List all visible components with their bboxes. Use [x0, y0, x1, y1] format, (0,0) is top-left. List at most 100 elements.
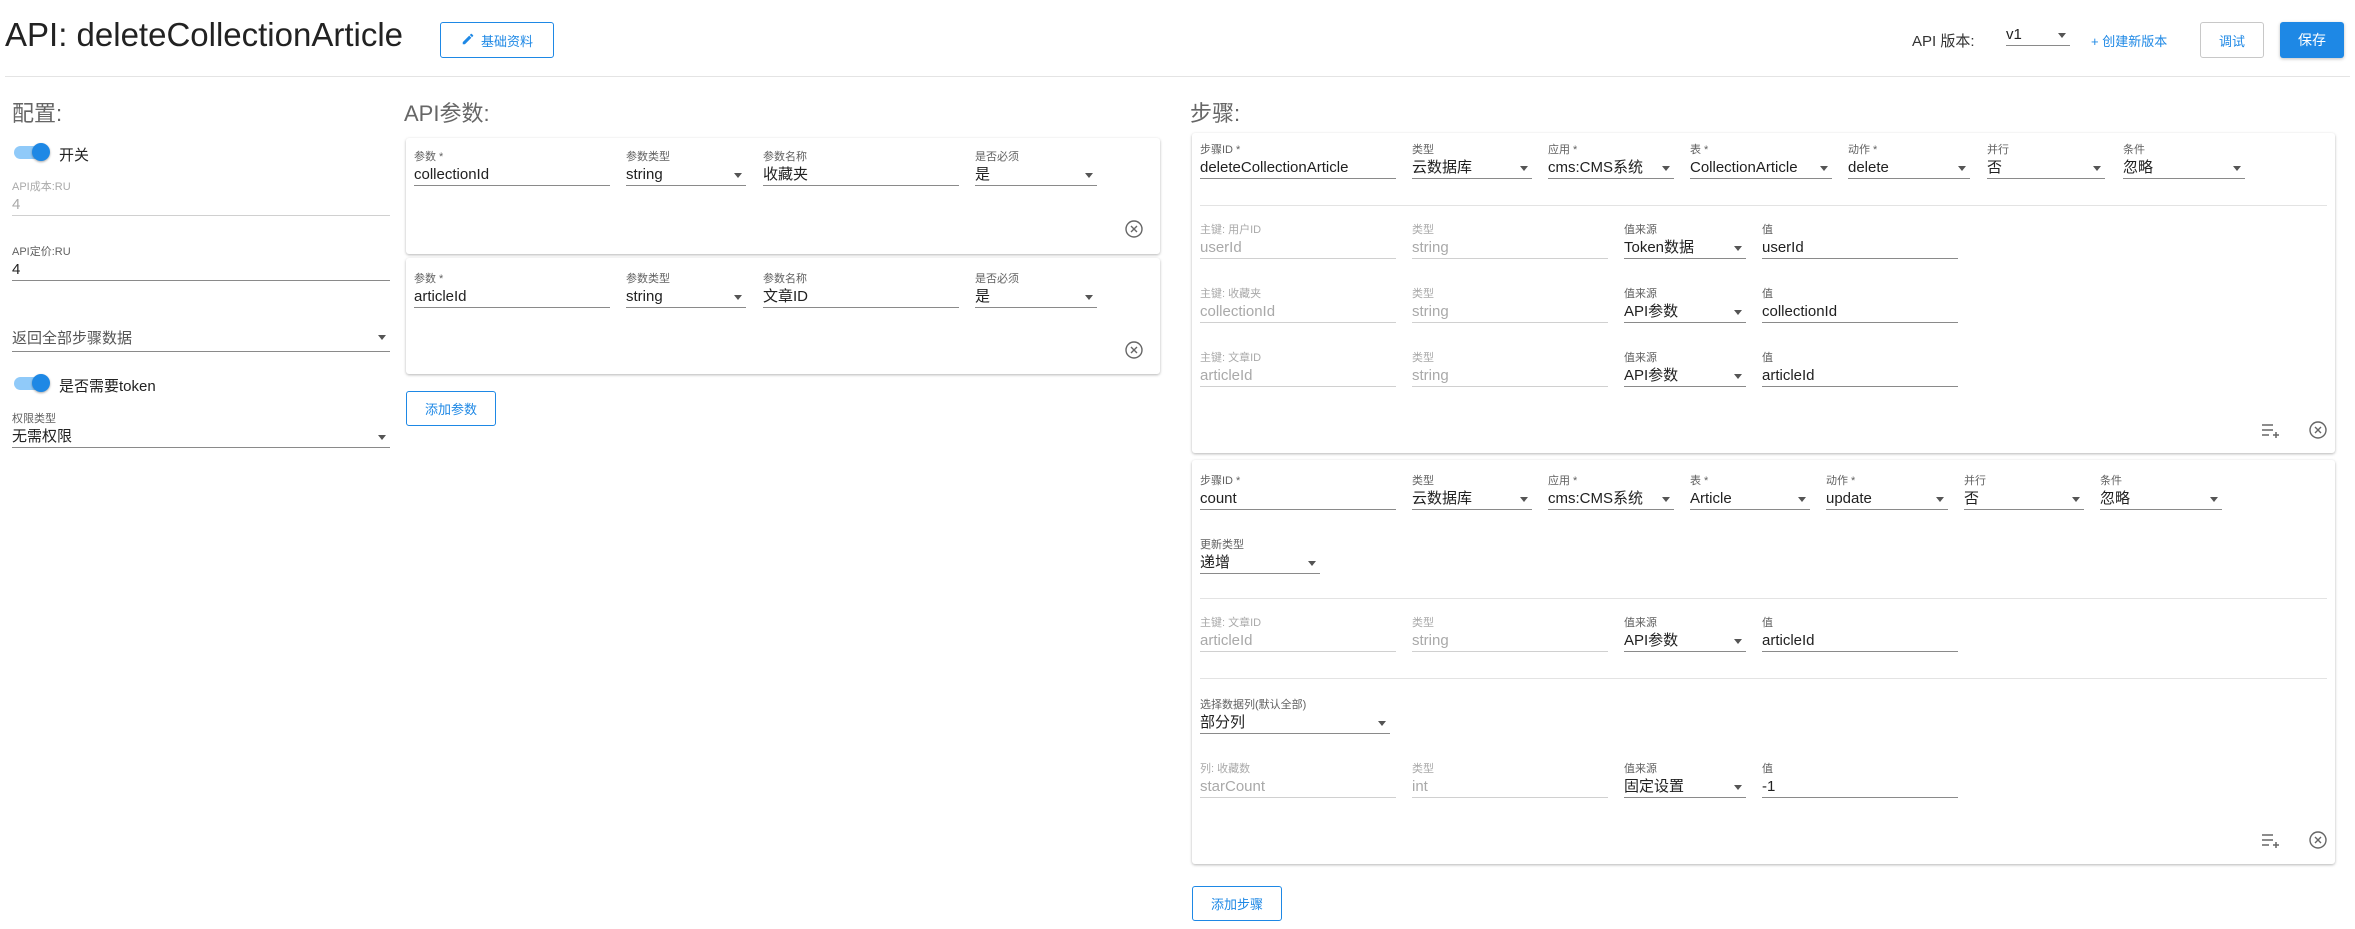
permission-type-label: 权限类型 [12, 413, 56, 425]
key-label: 主键: 文章ID [1200, 617, 1262, 629]
param-card: 参数 collectionId 参数类型 string 参数名称 收藏夹 是否必… [406, 138, 1160, 254]
param-title-value: 文章ID [763, 286, 959, 308]
param-required-label: 是否必须 [975, 273, 1019, 285]
value-source-value: API参数 [1624, 630, 1746, 652]
key-value: userId [1200, 237, 1396, 259]
key-value: articleId [1200, 365, 1396, 387]
value-source-label: 值来源 [1624, 352, 1657, 364]
basic-info-button[interactable]: 基础资料 [440, 22, 554, 58]
param-label: 参数 [414, 148, 443, 164]
key-type-label: 类型 [1412, 288, 1434, 300]
step-type-value: 云数据库 [1412, 488, 1532, 510]
step-condition-value: 忽略 [2123, 157, 2245, 179]
value-source-label: 值来源 [1624, 288, 1657, 300]
param-card: 参数 articleId 参数类型 string 参数名称 文章ID 是否必须 … [406, 258, 1160, 374]
step-card: 步骤ID count 类型 云数据库 应用 cms:CMS系统 表 Articl… [1192, 460, 2335, 864]
api-version-label: API 版本: [1912, 33, 1975, 50]
save-button[interactable]: 保存 [2280, 22, 2344, 58]
select-columns-label: 选择数据列(默认全部) [1200, 699, 1307, 711]
key-value: collectionId [1200, 301, 1396, 323]
key-label: 主键: 文章ID [1200, 352, 1262, 364]
step-id-label: 步骤ID [1200, 472, 1240, 488]
step-app-label: 应用 [1548, 141, 1577, 157]
remove-param-icon[interactable] [1124, 340, 1144, 360]
value-value: articleId [1762, 365, 1958, 387]
param-type-value: string [626, 164, 746, 186]
value-value: -1 [1762, 776, 1958, 798]
enable-toggle-label: 开关 [59, 147, 90, 164]
params-section-title: API参数: [404, 101, 490, 126]
step-app-value: cms:CMS系统 [1548, 157, 1674, 179]
token-toggle-label: 是否需要token [59, 378, 156, 395]
param-label: 参数 [414, 270, 443, 286]
step-condition-label: 条件 [2100, 475, 2122, 487]
value-source-label: 值来源 [1624, 617, 1657, 629]
step-card: 步骤ID deleteCollectionArticle 类型 云数据库 应用 … [1192, 133, 2335, 453]
step-id-label: 步骤ID [1200, 141, 1240, 157]
step-condition-value: 忽略 [2100, 488, 2222, 510]
step-app-label: 应用 [1548, 472, 1577, 488]
param-type-value: string [626, 286, 746, 308]
step-parallel-value: 否 [1987, 157, 2105, 179]
param-value: articleId [414, 286, 610, 308]
step-parallel-label: 并行 [1987, 144, 2009, 156]
remove-param-icon[interactable] [1124, 219, 1144, 239]
basic-info-label: 基础资料 [480, 33, 533, 49]
step-divider [1200, 678, 2327, 679]
step-parallel-label: 并行 [1964, 475, 1986, 487]
create-version-link[interactable]: + 创建新版本 [2091, 31, 2167, 50]
add-row-icon[interactable] [2260, 830, 2280, 850]
step-type-value: 云数据库 [1412, 157, 1532, 179]
api-price-value: 4 [12, 259, 390, 281]
key-type-label: 类型 [1412, 352, 1434, 364]
value-label: 值 [1762, 763, 1773, 775]
step-action-label: 动作 [1848, 141, 1877, 157]
value-value: userId [1762, 237, 1958, 259]
step-type-label: 类型 [1412, 144, 1434, 156]
value-source-value: API参数 [1624, 301, 1746, 323]
param-title-label: 参数名称 [763, 151, 807, 163]
value-label: 值 [1762, 224, 1773, 236]
update-type-label: 更新类型 [1200, 539, 1244, 551]
step-id-value: count [1200, 488, 1396, 510]
step-action-value: update [1826, 488, 1948, 510]
key-type-label: 类型 [1412, 617, 1434, 629]
api-version-value: v1 [2006, 24, 2070, 46]
enable-toggle[interactable] [12, 143, 50, 161]
key-label: 主键: 收藏夹 [1200, 288, 1262, 300]
column-type-label: 类型 [1412, 763, 1434, 775]
page-title: API: deleteCollectionArticle [5, 16, 404, 53]
step-id-value: deleteCollectionArticle [1200, 157, 1396, 179]
param-type-label: 参数类型 [626, 151, 670, 163]
value-value: collectionId [1762, 301, 1958, 323]
token-toggle[interactable] [12, 374, 50, 392]
debug-button[interactable]: 调试 [2200, 22, 2264, 58]
value-label: 值 [1762, 288, 1773, 300]
key-type-value: string [1412, 365, 1608, 387]
add-row-icon[interactable] [2260, 420, 2280, 440]
header-divider [5, 76, 2350, 77]
add-param-button[interactable]: 添加参数 [406, 391, 496, 426]
permission-type-value: 无需权限 [12, 426, 390, 448]
step-action-label: 动作 [1826, 472, 1855, 488]
step-divider [1200, 205, 2327, 206]
step-app-value: cms:CMS系统 [1548, 488, 1674, 510]
step-type-label: 类型 [1412, 475, 1434, 487]
param-type-label: 参数类型 [626, 273, 670, 285]
value-label: 值 [1762, 617, 1773, 629]
key-type-value: string [1412, 630, 1608, 652]
param-title-label: 参数名称 [763, 273, 807, 285]
column-label: 列: 收藏数 [1200, 763, 1251, 775]
remove-step-icon[interactable] [2308, 830, 2328, 850]
key-type-value: string [1412, 301, 1608, 323]
remove-step-icon[interactable] [2308, 420, 2328, 440]
step-action-value: delete [1848, 157, 1970, 179]
add-step-button[interactable]: 添加步骤 [1192, 886, 1282, 921]
step-table-value: CollectionArticle [1690, 157, 1832, 179]
api-price-label: API定价:RU [12, 246, 71, 258]
key-type-label: 类型 [1412, 224, 1434, 236]
value-source-value: Token数据 [1624, 237, 1746, 259]
select-columns-value: 部分列 [1200, 712, 1390, 734]
step-table-value: Article [1690, 488, 1810, 510]
param-required-value: 是 [975, 286, 1097, 308]
